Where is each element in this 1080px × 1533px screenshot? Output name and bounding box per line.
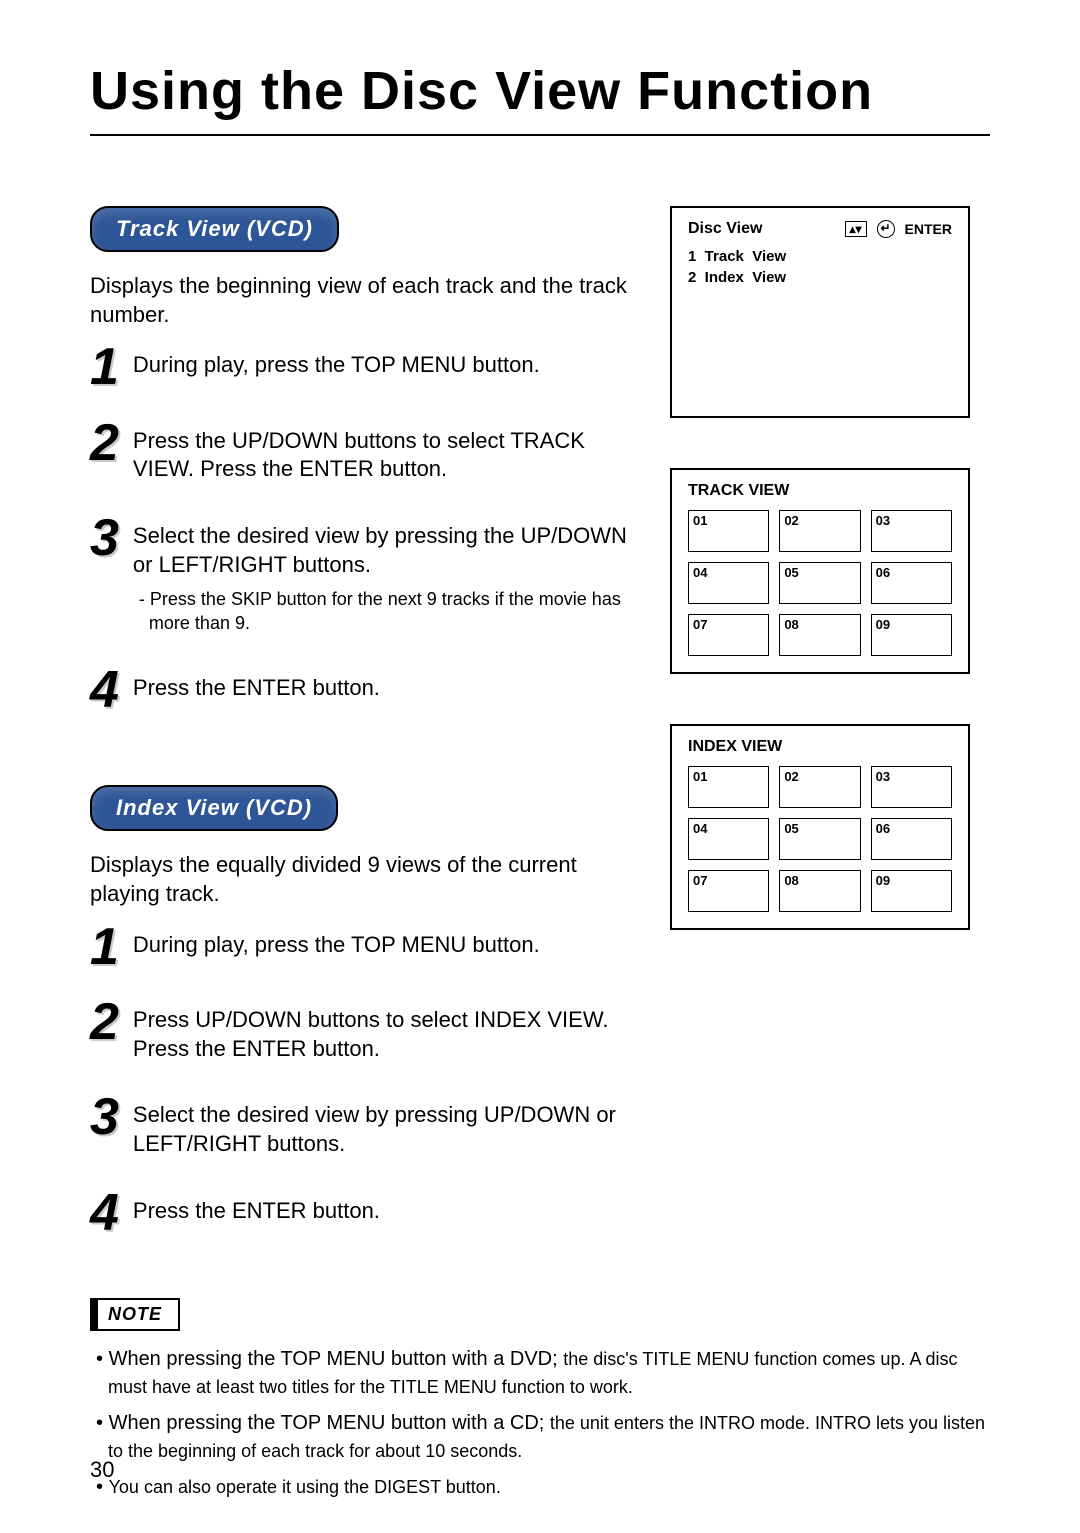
track-view-grid: TRACK VIEW 01 02 03 04 05 06 07 08 09 <box>670 468 970 674</box>
step-text: During play, press the TOP MENU button. <box>133 347 540 380</box>
step-text: Press the UP/DOWN buttons to select TRAC… <box>133 423 630 484</box>
track-step: 2 Press the UP/DOWN buttons to select TR… <box>90 423 630 484</box>
step-number: 4 <box>90 670 119 712</box>
index-step: 2 Press UP/DOWN buttons to select INDEX … <box>90 1002 630 1063</box>
index-grid-title: INDEX VIEW <box>688 738 952 756</box>
disc-view-panel: Disc View ▴▾ ↵ ENTER 1 Track View 2 Inde… <box>670 206 970 418</box>
disc-view-menu-item: 2 Index View <box>688 267 952 288</box>
page-title: Using the Disc View Function <box>90 60 990 122</box>
track-cell: 08 <box>779 614 860 656</box>
track-cell: 04 <box>688 562 769 604</box>
step-subtext: - Press the SKIP button for the next 9 t… <box>133 587 630 636</box>
updown-icon: ▴▾ <box>845 221 867 237</box>
disc-view-title: Disc View <box>688 220 762 238</box>
note-lead: When pressing the TOP MENU button with a… <box>109 1412 550 1434</box>
track-view-label: Track View (VCD) <box>90 206 339 252</box>
note-tail: You can also operate it using the DIGEST… <box>109 1477 501 1497</box>
track-cell: 07 <box>688 614 769 656</box>
index-step: 3 Select the desired view by pressing UP… <box>90 1097 630 1158</box>
track-cell: 05 <box>779 562 860 604</box>
index-cell: 01 <box>688 766 769 808</box>
step-number: 1 <box>90 927 119 969</box>
step-text: Press the ENTER button. <box>133 1193 380 1226</box>
index-cell: 07 <box>688 870 769 912</box>
track-cell: 01 <box>688 510 769 552</box>
page-number: 30 <box>90 1457 114 1483</box>
step-text: During play, press the TOP MENU button. <box>133 927 540 960</box>
step-number: 2 <box>90 1002 119 1044</box>
step-text: Select the desired view by pressing UP/D… <box>133 1097 630 1158</box>
step-text: Press the ENTER button. <box>133 670 380 703</box>
index-view-label: Index View (VCD) <box>90 785 338 831</box>
index-cell: 04 <box>688 818 769 860</box>
note-item: When pressing the TOP MENU button with a… <box>90 1345 990 1401</box>
track-step: 3 Select the desired view by pressing th… <box>90 518 630 636</box>
step-number: 3 <box>90 518 119 560</box>
note-section: NOTE When pressing the TOP MENU button w… <box>90 1298 990 1501</box>
step-text: Select the desired view by pressing the … <box>133 522 630 579</box>
index-view-section: Index View (VCD) Displays the equally di… <box>90 785 630 1234</box>
note-lead: When pressing the TOP MENU button with a… <box>109 1348 564 1370</box>
step-number: 3 <box>90 1097 119 1139</box>
index-cell: 08 <box>779 870 860 912</box>
index-cell: 05 <box>779 818 860 860</box>
track-grid-title: TRACK VIEW <box>688 482 952 500</box>
step-number: 1 <box>90 347 119 389</box>
step-number: 4 <box>90 1193 119 1235</box>
step-number: 2 <box>90 423 119 465</box>
enter-label: ENTER <box>905 221 952 237</box>
track-step: 4 Press the ENTER button. <box>90 670 630 712</box>
index-view-intro: Displays the equally divided 9 views of … <box>90 851 630 908</box>
title-rule <box>90 134 990 136</box>
step-text: Press UP/DOWN buttons to select INDEX VI… <box>133 1002 630 1063</box>
index-step: 1 During play, press the TOP MENU button… <box>90 927 630 969</box>
note-label: NOTE <box>90 1298 180 1331</box>
track-cell: 02 <box>779 510 860 552</box>
index-cell: 02 <box>779 766 860 808</box>
index-step: 4 Press the ENTER button. <box>90 1193 630 1235</box>
track-cell: 03 <box>871 510 952 552</box>
note-item: You can also operate it using the DIGEST… <box>90 1473 990 1501</box>
index-view-grid: INDEX VIEW 01 02 03 04 05 06 07 08 09 <box>670 724 970 930</box>
index-cell: 09 <box>871 870 952 912</box>
index-cell: 03 <box>871 766 952 808</box>
track-cell: 09 <box>871 614 952 656</box>
note-item: When pressing the TOP MENU button with a… <box>90 1409 990 1465</box>
enter-icon: ↵ <box>877 220 895 238</box>
track-step: 1 During play, press the TOP MENU button… <box>90 347 630 389</box>
track-cell: 06 <box>871 562 952 604</box>
index-cell: 06 <box>871 818 952 860</box>
disc-view-menu-item: 1 Track View <box>688 246 952 267</box>
track-view-intro: Displays the beginning view of each trac… <box>90 272 630 329</box>
track-view-section: Track View (VCD) Displays the beginning … <box>90 206 630 711</box>
